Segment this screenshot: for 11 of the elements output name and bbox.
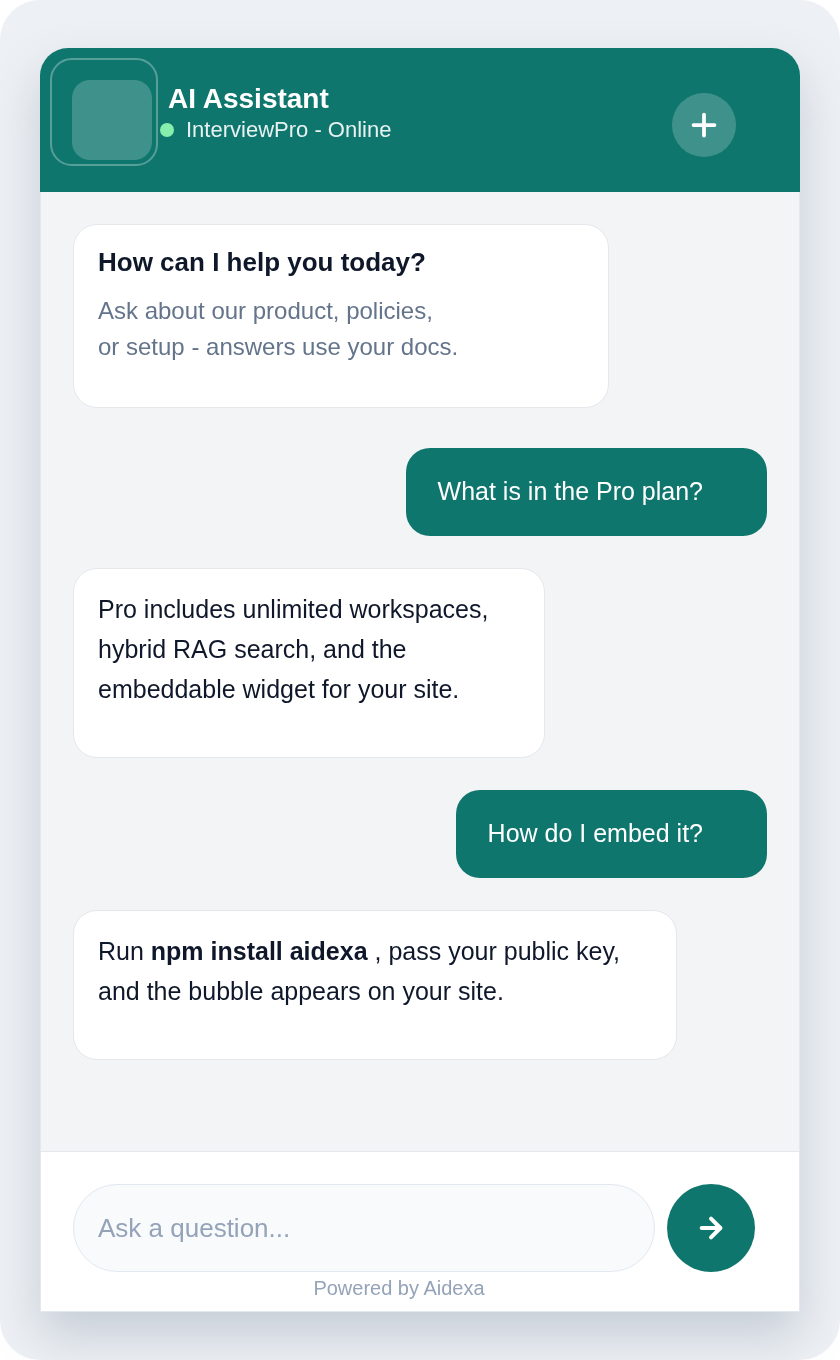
user-message: What is in the Pro plan? (405, 448, 767, 536)
welcome-text: Ask about our product, policies, or setup - answers use your docs. (98, 296, 460, 362)
user-message: How do I embed it? (455, 790, 767, 878)
question-input[interactable]: Ask a question... (73, 1184, 656, 1272)
assistant-message: Pro includes unlimited workspaces, hybrid RAG search, and the embeddable widget for your site. (73, 568, 546, 758)
status-text: InterviewPro - Online (186, 116, 392, 144)
powered-by-text: Powered by Aidexa (313, 1276, 485, 1300)
assistant-message: Run npm install aidexa , pass your public key, and the bubble appears on your site. (73, 910, 677, 1060)
assistant-name: AI Assistant (167, 82, 330, 116)
welcome-title: How can I help you today? (98, 246, 427, 279)
avatar-icon (50, 58, 158, 166)
